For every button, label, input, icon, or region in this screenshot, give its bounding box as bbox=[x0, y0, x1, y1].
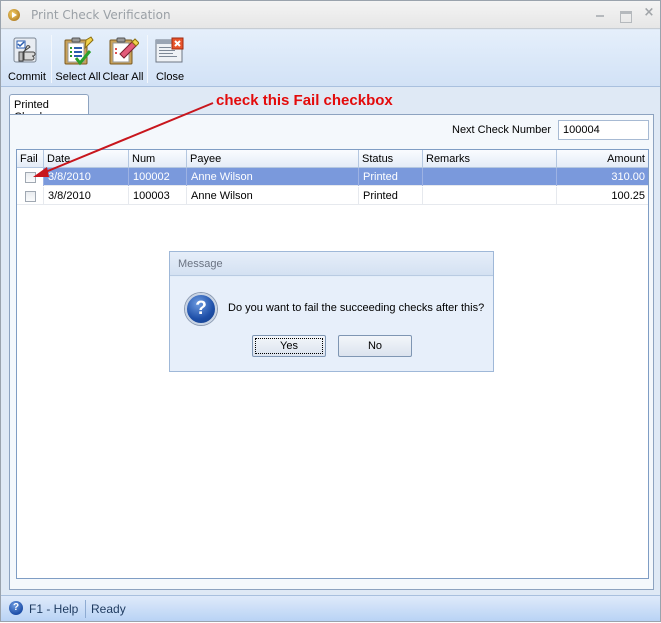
payee-cell: Anne Wilson bbox=[187, 168, 359, 186]
column-header-num[interactable]: Num bbox=[129, 150, 187, 168]
date-cell: 3/8/2010 bbox=[44, 168, 129, 186]
column-header-date[interactable]: Date bbox=[44, 150, 129, 168]
column-header-status[interactable]: Status bbox=[359, 150, 423, 168]
column-header-remarks[interactable]: Remarks bbox=[423, 150, 557, 168]
column-header-fail[interactable]: Fail bbox=[17, 150, 44, 168]
tab-printed-checks[interactable]: Printed Checks bbox=[9, 94, 89, 123]
date-cell: 3/8/2010 bbox=[44, 187, 129, 205]
window-title: Print Check Verification bbox=[31, 8, 171, 22]
help-icon[interactable]: ? bbox=[9, 601, 23, 615]
clear-all-label: Clear All bbox=[102, 71, 144, 83]
commit-button[interactable]: Commit bbox=[6, 34, 48, 86]
select-all-button[interactable]: Select All bbox=[55, 34, 101, 86]
fail-cell bbox=[17, 168, 44, 186]
dialog-title: Message bbox=[170, 252, 493, 276]
message-dialog: Message ? Do you want to fail the succee… bbox=[169, 251, 494, 372]
status-bar: ? F1 - Help Ready bbox=[1, 595, 660, 621]
status-text: Ready bbox=[91, 602, 126, 616]
yes-button[interactable]: Yes bbox=[252, 335, 326, 357]
fail-cell bbox=[17, 187, 44, 205]
print-check-verification-window: Print Check Verification × Commit Select… bbox=[0, 0, 661, 622]
maximize-button[interactable] bbox=[617, 7, 633, 23]
column-header-payee[interactable]: Payee bbox=[187, 150, 359, 168]
close-window-icon bbox=[155, 37, 184, 63]
grid-header: Fail Date Num Payee Status Remarks Amoun… bbox=[17, 150, 648, 168]
commit-thumbs-up-icon bbox=[13, 37, 37, 63]
next-check-number-input[interactable]: 100004 bbox=[558, 120, 649, 140]
select-all-clipboard-icon bbox=[64, 36, 94, 66]
commit-label: Commit bbox=[8, 71, 46, 83]
amount-cell: 310.00 bbox=[611, 171, 645, 183]
num-cell: 100003 bbox=[129, 187, 187, 205]
question-icon: ? bbox=[185, 293, 217, 325]
select-all-label: Select All bbox=[55, 71, 101, 83]
toolbar-separator bbox=[51, 35, 52, 83]
toolbar: Commit Select All Clear All Close bbox=[1, 30, 660, 87]
close-window-button[interactable]: × bbox=[641, 5, 657, 20]
next-check-number-label: Next Check Number bbox=[452, 124, 552, 136]
status-cell: Printed bbox=[359, 168, 423, 186]
close-label: Close bbox=[155, 71, 185, 83]
help-shortcut-text[interactable]: F1 - Help bbox=[29, 602, 78, 616]
column-header-amount[interactable]: Amount bbox=[557, 150, 648, 168]
remarks-cell[interactable] bbox=[423, 187, 557, 205]
dialog-message: Do you want to fail the succeeding check… bbox=[228, 302, 485, 314]
no-button[interactable]: No bbox=[338, 335, 412, 357]
table-row[interactable]: 3/8/2010 100002 Anne Wilson Printed 310.… bbox=[17, 168, 648, 186]
clear-all-eraser-icon bbox=[109, 37, 139, 65]
app-icon bbox=[8, 9, 20, 21]
toolbar-separator bbox=[147, 35, 148, 83]
fail-checkbox[interactable] bbox=[25, 191, 36, 202]
remarks-cell[interactable] bbox=[423, 168, 557, 186]
amount-cell: 100.25 bbox=[611, 190, 645, 202]
payee-cell: Anne Wilson bbox=[187, 187, 359, 205]
fail-checkbox[interactable] bbox=[25, 172, 36, 183]
minimize-button[interactable] bbox=[592, 7, 608, 21]
clear-all-button[interactable]: Clear All bbox=[102, 34, 144, 86]
status-cell: Printed bbox=[359, 187, 423, 205]
table-row[interactable]: 3/8/2010 100003 Anne Wilson Printed 100.… bbox=[17, 187, 648, 205]
dialog-body: ? Do you want to fail the succeeding che… bbox=[170, 277, 493, 371]
status-separator bbox=[85, 600, 86, 618]
title-bar: Print Check Verification × bbox=[1, 1, 660, 29]
annotation-text: check this Fail checkbox bbox=[216, 92, 393, 109]
num-cell: 100002 bbox=[129, 168, 187, 186]
close-button[interactable]: Close bbox=[151, 34, 189, 86]
